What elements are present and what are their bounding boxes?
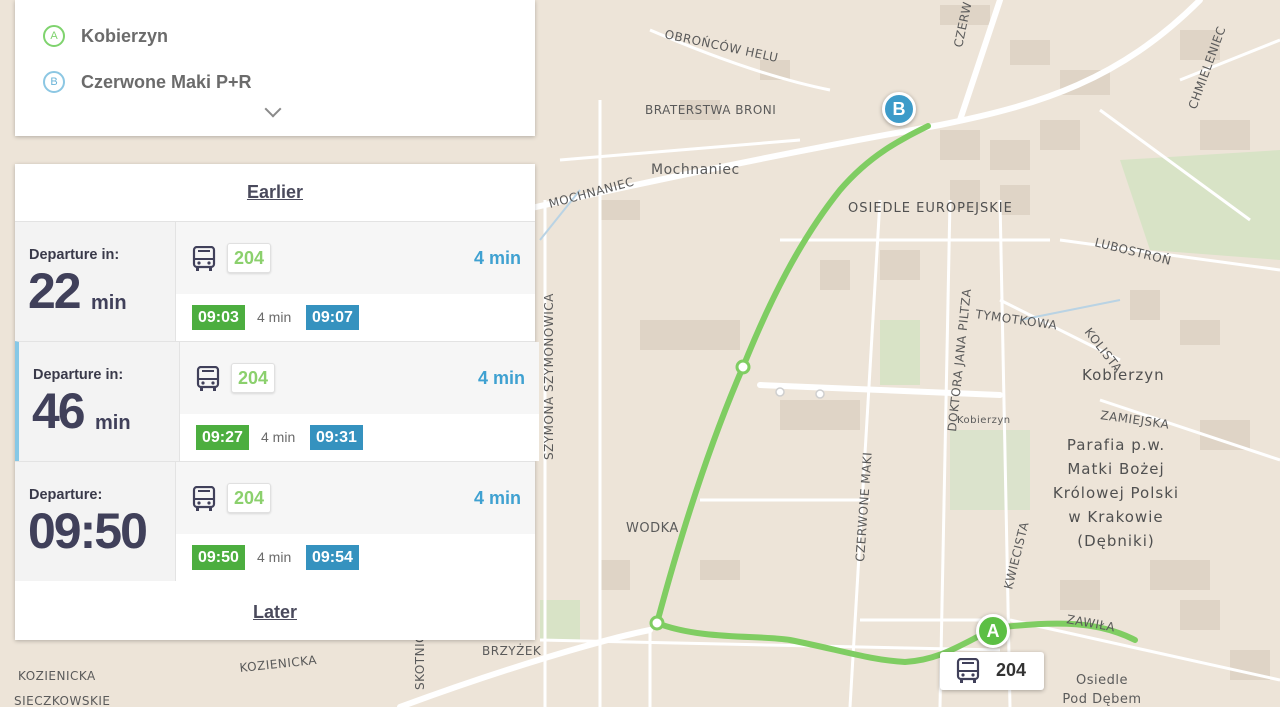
bus-icon (956, 658, 980, 683)
departure-value: 22 (28, 263, 82, 319)
departure-value: 09:50 (28, 503, 148, 559)
map-stop-dot[interactable] (815, 389, 825, 399)
stop-b-name: Czerwone Maki P+R (81, 71, 252, 92)
svg-text:Królowej Polski: Królowej Polski (1053, 484, 1179, 502)
route-stops-panel: A Kobierzyn B Czerwone Maki P+R (15, 0, 535, 136)
bus-icon (192, 486, 216, 511)
departure-value: 46 (32, 383, 86, 439)
line-number-badge: 204 (227, 243, 271, 273)
bus-line-tag[interactable]: 204 (940, 652, 1044, 690)
arrival-time-badge: 09:31 (310, 425, 363, 450)
line-number-badge: 204 (227, 483, 271, 513)
departure-countdown: Departure: 09:50 (15, 462, 175, 581)
stop-a-badge: A (43, 25, 65, 47)
street-label: BRZYŻEK (482, 643, 542, 658)
departure-time-badge: 09:27 (196, 425, 249, 450)
chevron-down-icon[interactable] (264, 100, 282, 118)
place-label: Mochnaniec (651, 162, 740, 178)
trip-duration: 4 min (473, 248, 521, 268)
ride-time: 4 min (257, 549, 292, 565)
stop-b-badge: B (43, 71, 65, 93)
stop-b-row[interactable]: B Czerwone Maki P+R (43, 71, 252, 93)
trip-duration: 4 min (477, 368, 525, 388)
svg-text:Parafia p.w.: Parafia p.w. (1067, 436, 1165, 454)
arrival-time-badge: 09:54 (306, 545, 359, 570)
park-area (880, 320, 920, 385)
departure-row-selected[interactable]: Departure in: 46 min 204 4 min 09:27 4 m… (15, 341, 539, 461)
stop-a-name: Kobierzyn (81, 25, 169, 46)
place-label: Kobierzyn (1082, 366, 1165, 384)
svg-text:(Dębniki): (Dębniki) (1077, 532, 1155, 550)
ride-time: 4 min (261, 429, 296, 445)
departure-countdown: Departure in: 22 min (15, 222, 175, 341)
svg-text:w Krakowie: w Krakowie (1068, 508, 1163, 526)
departure-countdown: Departure in: 46 min (19, 342, 179, 461)
bus-icon (192, 246, 216, 271)
line-number-badge: 204 (231, 363, 275, 393)
departure-row[interactable]: Departure in: 22 min 204 4 min 09:03 4 m… (15, 221, 535, 341)
stop-a-row[interactable]: A Kobierzyn (43, 25, 168, 47)
departure-unit: min (95, 412, 131, 434)
svg-text:Matki Bożej: Matki Bożej (1067, 460, 1164, 478)
park-area (950, 430, 1030, 510)
street-label: BRATERSTWA BRONI (645, 103, 776, 117)
departure-label: Departure in: (33, 367, 124, 383)
street-label: KOZIENICKA (18, 669, 96, 683)
trip-duration: 4 min (473, 488, 521, 508)
arrival-time-badge: 09:07 (306, 305, 359, 330)
place-label: OSIEDLE EUROPEJSKIE (848, 201, 1013, 216)
departure-label: Departure in: (29, 247, 120, 263)
stop-b-marker[interactable]: B (882, 92, 916, 126)
departures-panel: Earlier Departure in: 22 min 204 4 min 0… (15, 164, 539, 640)
bus-icon (196, 366, 220, 391)
route-stop-dot[interactable] (735, 359, 751, 375)
departure-time-badge: 09:03 (192, 305, 245, 330)
street-label: SIECZKOWSKIE (14, 694, 110, 707)
departure-label: Departure: (29, 487, 103, 503)
departure-time-badge: 09:50 (192, 545, 245, 570)
map-stop-dot[interactable] (775, 387, 785, 397)
place-label: Osiedle (1076, 673, 1128, 688)
ride-time: 4 min (257, 309, 292, 325)
departure-row[interactable]: Departure: 09:50 204 4 min 09:50 4 min 0… (15, 461, 535, 581)
earlier-link[interactable]: Earlier (15, 182, 535, 203)
place-label: WODKA (626, 521, 679, 536)
later-link[interactable]: Later (15, 602, 535, 623)
departure-unit: min (91, 292, 127, 314)
bus-line-number: 204 (996, 660, 1027, 680)
route-stop-dot[interactable] (649, 615, 665, 631)
place-label: Pod Dębem (1062, 692, 1141, 707)
place-label: Kobierzyn (957, 415, 1011, 426)
stop-a-marker[interactable]: A (976, 614, 1010, 648)
street-label: SZYMONA SZYMONOWICA (542, 293, 556, 460)
